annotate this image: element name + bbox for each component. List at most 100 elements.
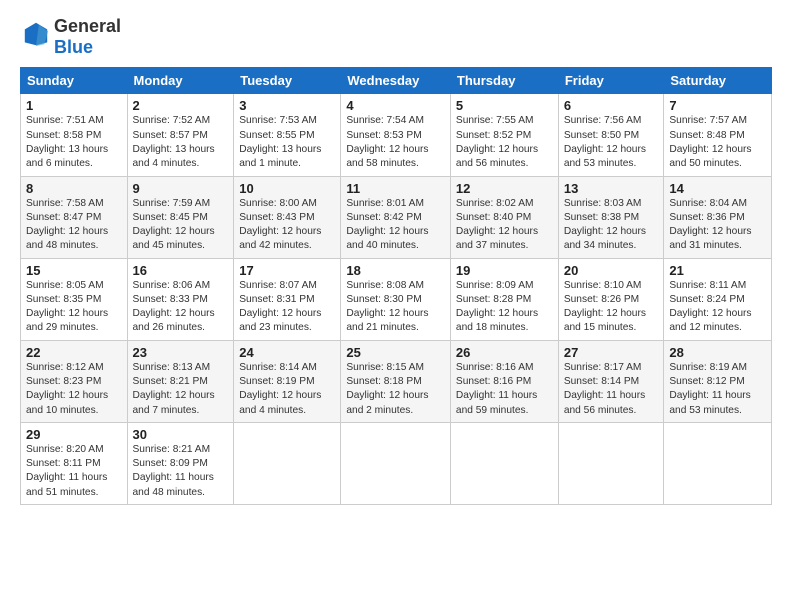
calendar-cell: 14Sunrise: 8:04 AMSunset: 8:36 PMDayligh…: [664, 176, 772, 258]
day-info: Sunrise: 8:15 AMSunset: 8:18 PMDaylight:…: [346, 361, 445, 418]
day-info: Sunrise: 7:55 AMSunset: 8:52 PMDaylight:…: [456, 114, 553, 171]
weekday-header: Monday: [127, 68, 234, 94]
day-info: Sunrise: 7:58 AMSunset: 8:47 PMDaylight:…: [26, 197, 122, 254]
day-number: 9: [133, 181, 229, 196]
calendar-week-row: 29Sunrise: 8:20 AMSunset: 8:11 PMDayligh…: [21, 422, 772, 504]
day-number: 26: [456, 345, 553, 360]
day-info: Sunrise: 7:53 AMSunset: 8:55 PMDaylight:…: [239, 114, 335, 171]
day-info: Sunrise: 7:54 AMSunset: 8:53 PMDaylight:…: [346, 114, 445, 171]
header: General Blue: [20, 16, 772, 57]
calendar-cell: 19Sunrise: 8:09 AMSunset: 8:28 PMDayligh…: [450, 258, 558, 340]
calendar-cell: [558, 422, 664, 504]
page: General Blue SundayMondayTuesdayWednesda…: [0, 0, 792, 515]
calendar-cell: 26Sunrise: 8:16 AMSunset: 8:16 PMDayligh…: [450, 340, 558, 422]
day-number: 13: [564, 181, 659, 196]
day-info: Sunrise: 8:01 AMSunset: 8:42 PMDaylight:…: [346, 197, 445, 254]
day-number: 16: [133, 263, 229, 278]
calendar-week-row: 22Sunrise: 8:12 AMSunset: 8:23 PMDayligh…: [21, 340, 772, 422]
calendar-cell: 18Sunrise: 8:08 AMSunset: 8:30 PMDayligh…: [341, 258, 451, 340]
day-number: 11: [346, 181, 445, 196]
day-number: 5: [456, 98, 553, 113]
day-number: 4: [346, 98, 445, 113]
day-number: 18: [346, 263, 445, 278]
calendar-cell: 12Sunrise: 8:02 AMSunset: 8:40 PMDayligh…: [450, 176, 558, 258]
calendar-week-row: 8Sunrise: 7:58 AMSunset: 8:47 PMDaylight…: [21, 176, 772, 258]
day-info: Sunrise: 8:13 AMSunset: 8:21 PMDaylight:…: [133, 361, 229, 418]
calendar-cell: 1Sunrise: 7:51 AMSunset: 8:58 PMDaylight…: [21, 94, 128, 176]
logo-icon: [22, 20, 50, 48]
calendar-cell: 7Sunrise: 7:57 AMSunset: 8:48 PMDaylight…: [664, 94, 772, 176]
calendar-cell: 9Sunrise: 7:59 AMSunset: 8:45 PMDaylight…: [127, 176, 234, 258]
calendar-cell: 2Sunrise: 7:52 AMSunset: 8:57 PMDaylight…: [127, 94, 234, 176]
day-number: 14: [669, 181, 766, 196]
weekday-header: Friday: [558, 68, 664, 94]
day-number: 7: [669, 98, 766, 113]
day-info: Sunrise: 8:21 AMSunset: 8:09 PMDaylight:…: [133, 443, 229, 500]
day-info: Sunrise: 8:07 AMSunset: 8:31 PMDaylight:…: [239, 279, 335, 336]
calendar-cell: [234, 422, 341, 504]
weekday-header: Thursday: [450, 68, 558, 94]
day-info: Sunrise: 8:17 AMSunset: 8:14 PMDaylight:…: [564, 361, 659, 418]
day-number: 25: [346, 345, 445, 360]
calendar-cell: 24Sunrise: 8:14 AMSunset: 8:19 PMDayligh…: [234, 340, 341, 422]
calendar-cell: 3Sunrise: 7:53 AMSunset: 8:55 PMDaylight…: [234, 94, 341, 176]
calendar-cell: [341, 422, 451, 504]
calendar-cell: 16Sunrise: 8:06 AMSunset: 8:33 PMDayligh…: [127, 258, 234, 340]
day-info: Sunrise: 8:08 AMSunset: 8:30 PMDaylight:…: [346, 279, 445, 336]
calendar-cell: 17Sunrise: 8:07 AMSunset: 8:31 PMDayligh…: [234, 258, 341, 340]
day-number: 29: [26, 427, 122, 442]
day-info: Sunrise: 8:00 AMSunset: 8:43 PMDaylight:…: [239, 197, 335, 254]
calendar-cell: 27Sunrise: 8:17 AMSunset: 8:14 PMDayligh…: [558, 340, 664, 422]
day-number: 1: [26, 98, 122, 113]
day-info: Sunrise: 8:03 AMSunset: 8:38 PMDaylight:…: [564, 197, 659, 254]
day-number: 6: [564, 98, 659, 113]
calendar-cell: 10Sunrise: 8:00 AMSunset: 8:43 PMDayligh…: [234, 176, 341, 258]
day-info: Sunrise: 8:11 AMSunset: 8:24 PMDaylight:…: [669, 279, 766, 336]
day-number: 10: [239, 181, 335, 196]
day-number: 21: [669, 263, 766, 278]
weekday-header: Sunday: [21, 68, 128, 94]
calendar-cell: 6Sunrise: 7:56 AMSunset: 8:50 PMDaylight…: [558, 94, 664, 176]
day-info: Sunrise: 8:02 AMSunset: 8:40 PMDaylight:…: [456, 197, 553, 254]
calendar-cell: 4Sunrise: 7:54 AMSunset: 8:53 PMDaylight…: [341, 94, 451, 176]
weekday-header: Tuesday: [234, 68, 341, 94]
day-number: 12: [456, 181, 553, 196]
day-number: 22: [26, 345, 122, 360]
day-info: Sunrise: 8:20 AMSunset: 8:11 PMDaylight:…: [26, 443, 122, 500]
day-info: Sunrise: 8:10 AMSunset: 8:26 PMDaylight:…: [564, 279, 659, 336]
day-info: Sunrise: 8:16 AMSunset: 8:16 PMDaylight:…: [456, 361, 553, 418]
calendar-cell: [450, 422, 558, 504]
day-number: 24: [239, 345, 335, 360]
day-number: 2: [133, 98, 229, 113]
calendar-cell: 20Sunrise: 8:10 AMSunset: 8:26 PMDayligh…: [558, 258, 664, 340]
calendar-cell: 29Sunrise: 8:20 AMSunset: 8:11 PMDayligh…: [21, 422, 128, 504]
weekday-header: Saturday: [664, 68, 772, 94]
day-info: Sunrise: 7:51 AMSunset: 8:58 PMDaylight:…: [26, 114, 122, 171]
weekday-header: Wednesday: [341, 68, 451, 94]
calendar-cell: 25Sunrise: 8:15 AMSunset: 8:18 PMDayligh…: [341, 340, 451, 422]
day-number: 20: [564, 263, 659, 278]
day-info: Sunrise: 8:06 AMSunset: 8:33 PMDaylight:…: [133, 279, 229, 336]
day-number: 3: [239, 98, 335, 113]
calendar-cell: 13Sunrise: 8:03 AMSunset: 8:38 PMDayligh…: [558, 176, 664, 258]
calendar-table: SundayMondayTuesdayWednesdayThursdayFrid…: [20, 67, 772, 505]
logo-general: General: [54, 16, 121, 36]
day-number: 30: [133, 427, 229, 442]
day-number: 19: [456, 263, 553, 278]
day-info: Sunrise: 8:04 AMSunset: 8:36 PMDaylight:…: [669, 197, 766, 254]
day-info: Sunrise: 7:59 AMSunset: 8:45 PMDaylight:…: [133, 197, 229, 254]
day-info: Sunrise: 8:05 AMSunset: 8:35 PMDaylight:…: [26, 279, 122, 336]
calendar-week-row: 15Sunrise: 8:05 AMSunset: 8:35 PMDayligh…: [21, 258, 772, 340]
day-number: 28: [669, 345, 766, 360]
calendar-cell: 22Sunrise: 8:12 AMSunset: 8:23 PMDayligh…: [21, 340, 128, 422]
calendar-cell: 21Sunrise: 8:11 AMSunset: 8:24 PMDayligh…: [664, 258, 772, 340]
calendar-cell: 5Sunrise: 7:55 AMSunset: 8:52 PMDaylight…: [450, 94, 558, 176]
calendar-cell: 28Sunrise: 8:19 AMSunset: 8:12 PMDayligh…: [664, 340, 772, 422]
day-info: Sunrise: 8:14 AMSunset: 8:19 PMDaylight:…: [239, 361, 335, 418]
day-number: 27: [564, 345, 659, 360]
day-info: Sunrise: 7:57 AMSunset: 8:48 PMDaylight:…: [669, 114, 766, 171]
day-number: 15: [26, 263, 122, 278]
calendar-cell: 23Sunrise: 8:13 AMSunset: 8:21 PMDayligh…: [127, 340, 234, 422]
day-number: 8: [26, 181, 122, 196]
calendar-cell: 8Sunrise: 7:58 AMSunset: 8:47 PMDaylight…: [21, 176, 128, 258]
